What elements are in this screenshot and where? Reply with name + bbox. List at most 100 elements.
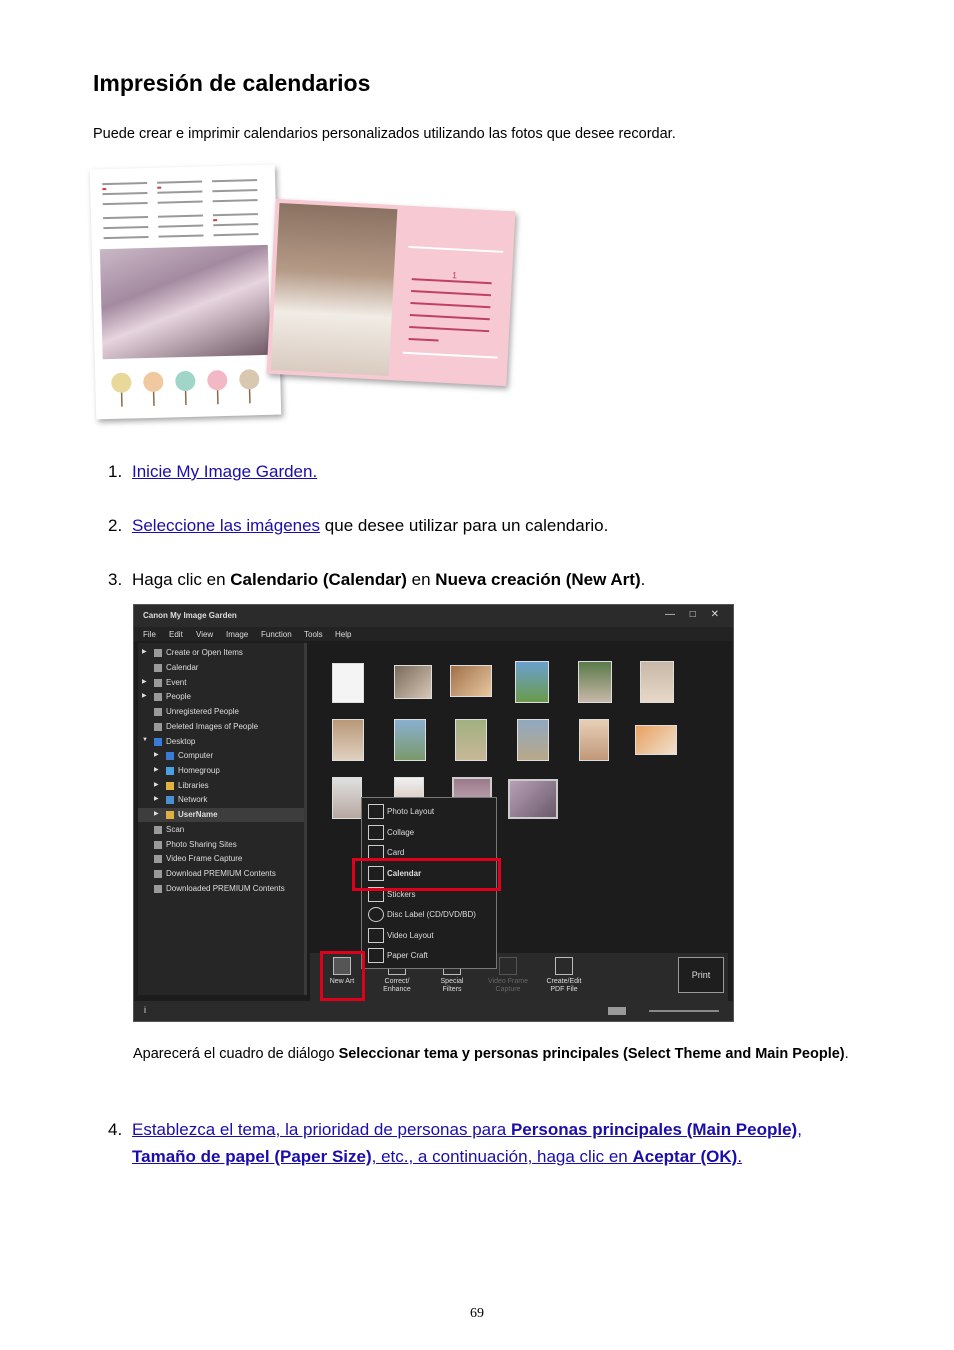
- sidebar-item-event[interactable]: ▶ Event: [138, 676, 304, 690]
- sidebar-item-desktop[interactable]: ▼ Desktop: [138, 735, 304, 749]
- new-art-highlight-box: [320, 951, 365, 1001]
- folder-icon: [154, 885, 162, 893]
- note-bold-text: Seleccionar tema y personas principales …: [338, 1046, 845, 1062]
- zoom-slider[interactable]: [649, 1010, 719, 1012]
- person-icon: [154, 693, 162, 701]
- video-layout-icon: [368, 928, 384, 943]
- image-thumbnail[interactable]: [517, 719, 549, 761]
- pdf-icon: [555, 957, 573, 975]
- menu-tools[interactable]: Tools: [304, 630, 323, 639]
- step-number: 2.: [108, 516, 123, 535]
- calendar-print-portrait: [89, 164, 282, 420]
- sidebar-item-network[interactable]: ▶ Network: [138, 793, 304, 807]
- step-1: 1. Inicie My Image Garden.: [108, 458, 848, 485]
- image-thumbnail[interactable]: [635, 725, 677, 755]
- collage-icon: [368, 825, 384, 840]
- step-3: 3. Haga clic en Calendario (Calendar) en…: [108, 566, 848, 593]
- share-icon: [154, 841, 162, 849]
- folder-icon: [154, 649, 162, 657]
- app-title-bar: Canon My Image Garden — □ ✕: [134, 605, 733, 627]
- image-thumbnail[interactable]: [394, 665, 432, 699]
- menu-view[interactable]: View: [196, 630, 213, 639]
- homegroup-icon: [166, 767, 174, 775]
- menu-image[interactable]: Image: [226, 630, 248, 639]
- image-thumbnail[interactable]: [394, 719, 426, 761]
- sidebar-item-create-open[interactable]: ▶ Create or Open Items: [138, 646, 304, 660]
- step-text: que desee utilizar para un calendario.: [320, 516, 609, 535]
- sidebar-item-username[interactable]: ▶ UserName: [138, 808, 304, 822]
- disc-icon: [368, 907, 384, 922]
- intro-text: Puede crear e imprimir calendarios perso…: [93, 126, 676, 142]
- image-thumbnail[interactable]: [332, 663, 364, 703]
- print-button[interactable]: Print: [678, 957, 724, 993]
- menu-help[interactable]: Help: [335, 630, 351, 639]
- video-icon: [499, 957, 517, 975]
- child-with-umbrella-photo: [99, 244, 271, 360]
- menu-item-collage[interactable]: Collage: [362, 822, 496, 842]
- calendar-print-landscape: 1: [266, 198, 516, 387]
- sidebar-item-downloaded-premium[interactable]: Downloaded PREMIUM Contents: [138, 882, 304, 896]
- step-bold-text: Nueva creación (New Art): [435, 570, 641, 589]
- image-thumbnail[interactable]: [332, 777, 362, 819]
- network-icon: [166, 796, 174, 804]
- sidebar-item-homegroup[interactable]: ▶ Homegroup: [138, 764, 304, 778]
- download-icon: [154, 870, 162, 878]
- calendar-icon: [154, 664, 162, 672]
- sidebar-item-photo-sharing[interactable]: Photo Sharing Sites: [138, 838, 304, 852]
- app-menu-bar: File Edit View Image Function Tools Help: [134, 627, 733, 641]
- select-images-link[interactable]: Seleccione las imágenes: [132, 516, 320, 535]
- navigation-sidebar: ▶ Create or Open Items Calendar ▶ Event ▶ P…: [138, 643, 307, 995]
- step-2: 2. Seleccione las imágenes que desee uti…: [108, 512, 848, 539]
- step-4: 4. Establezca el tema, la prioridad de p…: [108, 1116, 848, 1170]
- calendar-dates-image: [402, 245, 504, 359]
- step-text: Haga clic en: [132, 570, 231, 589]
- person-icon: [154, 708, 162, 716]
- step-number: 1.: [108, 462, 123, 481]
- sidebar-item-video-frame-capture[interactable]: Video Frame Capture: [138, 852, 304, 866]
- sidebar-item-libraries[interactable]: ▶ Libraries: [138, 779, 304, 793]
- person-icon: [154, 723, 162, 731]
- image-thumbnail-selected[interactable]: [508, 779, 558, 819]
- menu-item-disc-label[interactable]: Disc Label (CD/DVD/BD): [362, 904, 496, 924]
- create-edit-pdf-button[interactable]: Create/Edit PDF File: [544, 955, 584, 999]
- view-mode-icon[interactable]: [608, 1007, 626, 1015]
- info-icon[interactable]: i: [144, 1005, 146, 1015]
- paper-craft-icon: [368, 948, 384, 963]
- image-thumbnail[interactable]: [450, 665, 492, 697]
- computer-icon: [166, 752, 174, 760]
- image-thumbnail[interactable]: [332, 719, 364, 761]
- start-my-image-garden-link[interactable]: Inicie My Image Garden.: [132, 462, 317, 481]
- sidebar-item-unregistered-people[interactable]: Unregistered People: [138, 705, 304, 719]
- sidebar-item-scan[interactable]: Scan: [138, 823, 304, 837]
- sidebar-item-computer[interactable]: ▶ Computer: [138, 749, 304, 763]
- desktop-icon: [154, 738, 162, 746]
- sidebar-item-download-premium[interactable]: Download PREMIUM Contents: [138, 867, 304, 881]
- step-text: .: [640, 570, 646, 589]
- image-thumbnail[interactable]: [515, 661, 549, 703]
- menu-file[interactable]: File: [143, 630, 156, 639]
- image-thumbnail[interactable]: [579, 719, 609, 761]
- image-thumbnail[interactable]: [455, 719, 487, 761]
- note-text: Aparecerá el cuadro de diálogo: [133, 1046, 339, 1062]
- menu-item-video-layout[interactable]: Video Layout: [362, 925, 496, 945]
- event-icon: [154, 679, 162, 687]
- sidebar-item-calendar[interactable]: Calendar: [138, 661, 304, 675]
- calendar-highlight-box: [352, 858, 501, 891]
- menu-item-photo-layout[interactable]: Photo Layout: [362, 801, 496, 821]
- smiling-child-photo: [270, 203, 398, 376]
- menu-function[interactable]: Function: [261, 630, 292, 639]
- sidebar-item-deleted-people[interactable]: Deleted Images of People: [138, 720, 304, 734]
- app-screenshot: Canon My Image Garden — □ ✕ File Edit Vi…: [133, 604, 734, 1022]
- film-icon: [154, 855, 162, 863]
- step-number: 3.: [108, 570, 123, 589]
- sidebar-item-people[interactable]: ▶ People: [138, 690, 304, 704]
- image-thumbnail[interactable]: [578, 661, 612, 703]
- library-icon: [166, 782, 174, 790]
- image-thumbnail[interactable]: [640, 661, 674, 703]
- trees-decoration-image: [111, 369, 260, 407]
- window-controls[interactable]: — □ ✕: [665, 609, 725, 620]
- set-theme-link[interactable]: Establezca el tema, la prioridad de pers…: [132, 1116, 848, 1170]
- menu-edit[interactable]: Edit: [169, 630, 183, 639]
- menu-item-paper-craft[interactable]: Paper Craft: [362, 945, 496, 965]
- page-title: Impresión de calendarios: [93, 70, 371, 96]
